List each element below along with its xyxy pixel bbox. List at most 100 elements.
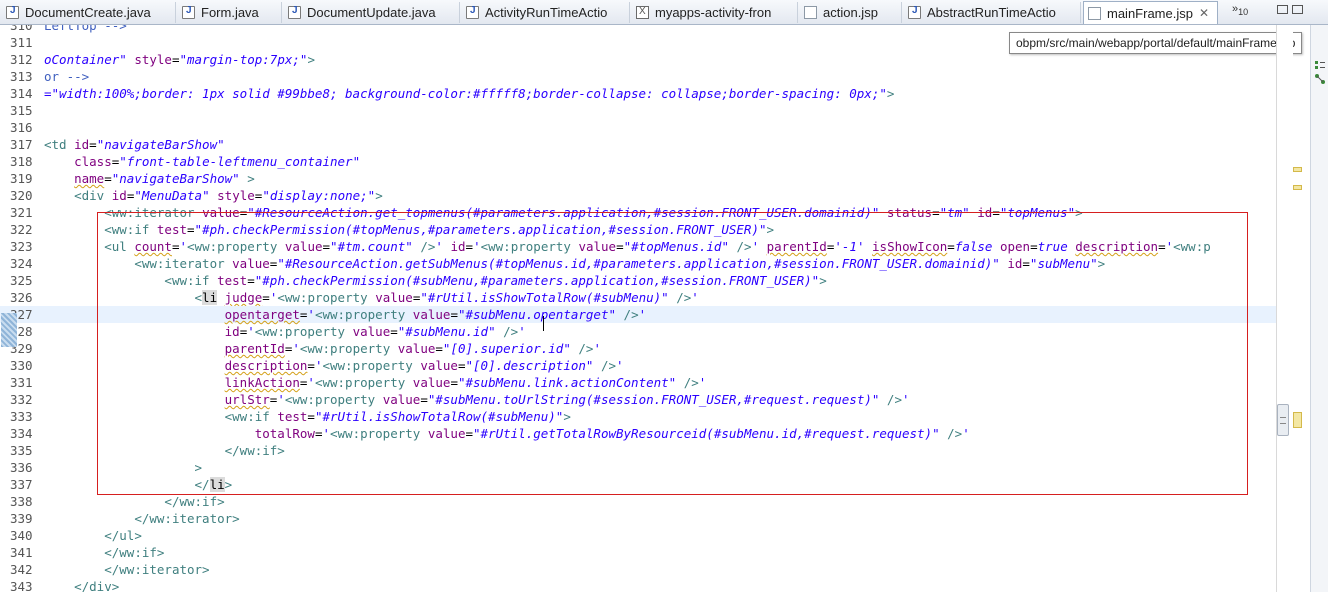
line-code: <td id="navigateBarShow" (44, 136, 225, 153)
code-token: true (1037, 239, 1068, 254)
code-line: 341 </ww:if> (0, 544, 1276, 561)
vertical-scrollbar-thumb[interactable] (1277, 404, 1289, 436)
code-token: <ww:property (254, 324, 353, 339)
code-token: urlStr (224, 392, 270, 407)
code-line: 326 <li judge='<ww:property value="#rUti… (0, 289, 1276, 306)
code-token: ' (292, 341, 300, 356)
file-path-tooltip: obpm/src/main/webapp/portal/default/main… (1009, 32, 1303, 54)
warning-marker-icon[interactable] (1293, 185, 1302, 190)
outline-icon[interactable] (1314, 56, 1326, 69)
code-line: 325 <ww:if test="#ph.checkPermission(#su… (0, 272, 1276, 289)
line-number: 324 (10, 256, 33, 271)
code-token: <ww:if (104, 222, 157, 237)
occurrence-marker-icon[interactable] (1293, 412, 1302, 428)
code-token: name (74, 171, 105, 186)
code-token: value (375, 290, 413, 305)
code-token: <ww:property (284, 392, 383, 407)
tab-label: DocumentUpdate.java (307, 5, 436, 20)
code-token: = (247, 273, 255, 288)
code-token: > (563, 409, 571, 424)
java-file-icon (288, 5, 301, 19)
code-line: 335 </ww:if> (0, 442, 1276, 459)
maximize-icon[interactable] (1292, 5, 1303, 14)
code-token: "#ph.checkPermission(#topMenus,#paramete… (194, 222, 767, 237)
code-token: value (202, 205, 240, 220)
tab-documentcreate-java[interactable]: DocumentCreate.java (2, 2, 176, 23)
line-number: 317 (10, 137, 33, 152)
code-token: = (616, 239, 624, 254)
minimize-icon[interactable] (1277, 5, 1288, 14)
line-number: 326 (10, 290, 33, 305)
line-code: </ul> (44, 527, 142, 544)
line-code: </ww:if> (44, 493, 224, 510)
code-token: = (307, 409, 315, 424)
line-code: > (44, 459, 203, 476)
code-token: ="width:100%;border: 1px solid #99bbe8; … (44, 86, 887, 101)
warning-marker-icon[interactable] (1293, 167, 1302, 172)
code-token: description (1075, 239, 1159, 254)
hierarchy-icon[interactable] (1314, 70, 1326, 84)
tab-close-icon[interactable]: ✕ (1199, 6, 1209, 20)
tab-action-jsp[interactable]: action.jsp (800, 2, 902, 23)
code-token: ' (179, 239, 188, 254)
line-number: 314 (10, 86, 33, 101)
text-caret (543, 316, 544, 331)
line-code: </ww:iterator> (44, 510, 240, 527)
tab-overflow-button[interactable]: »10 (1232, 3, 1248, 17)
line-number: 339 (10, 511, 33, 526)
tab-abstractruntimeactio[interactable]: AbstractRunTimeActio (904, 2, 1081, 23)
code-line: 317 <td id="navigateBarShow" (0, 136, 1276, 153)
tab-label: action.jsp (823, 5, 878, 20)
line-code: parentId='<ww:property value="[0].superi… (44, 340, 601, 357)
tab-form-java[interactable]: Form.java (178, 2, 282, 23)
code-token: opentarget (224, 307, 300, 322)
tab-label: DocumentCreate.java (25, 5, 151, 20)
code-token: '-1' (834, 239, 865, 254)
code-line: 322 <ww:if test="#ph.checkPermission(#to… (0, 221, 1276, 238)
tab-documentupdate-java[interactable]: DocumentUpdate.java (284, 2, 460, 23)
code-token: "#subMenu.link.actionContent" (457, 375, 677, 390)
tab-label: myapps-activity-fron (655, 5, 772, 20)
line-number: 337 (10, 477, 33, 492)
code-token: /> (616, 307, 639, 322)
tab-myapps-activity-fron[interactable]: myapps-activity-fron (632, 2, 798, 23)
tab-activityruntimeactio[interactable]: ActivityRunTimeActio (462, 2, 630, 23)
code-token: </ww:if> (104, 545, 165, 560)
code-line: 319 name="navigateBarShow" > (0, 170, 1276, 187)
line-code: totalRow='<ww:property value="#rUtil.get… (44, 425, 970, 442)
code-token: id (1007, 256, 1023, 271)
code-token: = (171, 239, 180, 254)
tab-mainframe-jsp[interactable]: mainFrame.jsp ✕ (1083, 1, 1218, 24)
line-code: <div id="MenuData" style="display:none;"… (44, 187, 383, 204)
code-editor[interactable]: 310 LeftTop --> 311 312 oContainer" style="m… (0, 25, 1276, 592)
tab-label: Form.java (201, 5, 259, 20)
line-number: 312 (10, 52, 33, 67)
code-token: = (947, 239, 955, 254)
code-token: "tm" (939, 205, 970, 220)
code-line: 313 or --> (0, 68, 1276, 85)
code-token: = (465, 239, 474, 254)
code-token: parentId (766, 239, 827, 254)
code-token: </ww:iterator> (134, 511, 240, 526)
java-file-icon (182, 5, 195, 19)
code-token: id (977, 205, 993, 220)
line-number: 322 (10, 222, 33, 237)
jsp-file-icon (1088, 6, 1101, 20)
code-line: 328 id='<ww:property value="#subMenu.id"… (0, 323, 1276, 340)
code-token: ' (518, 324, 526, 339)
overflow-count: 10 (1238, 7, 1249, 18)
code-token: "navigateBarShow" (111, 171, 240, 186)
code-token: "#rUtil.isShowTotalRow(#subMenu)" (420, 290, 669, 305)
code-token: > (1075, 205, 1083, 220)
code-token: /> (495, 324, 519, 339)
code-token: <ww:p (1173, 239, 1211, 254)
